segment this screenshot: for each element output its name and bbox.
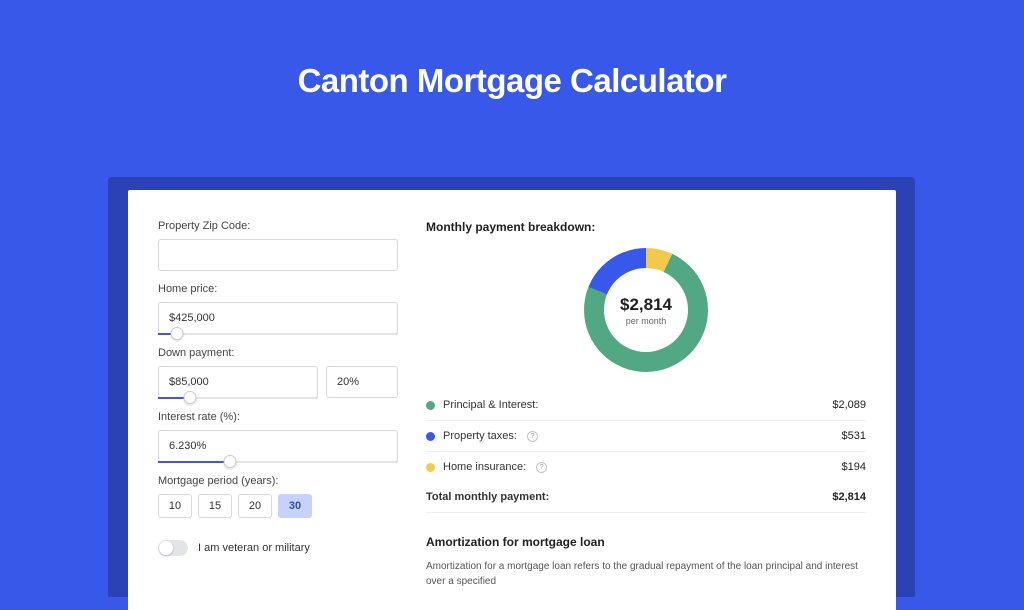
breakdown-value: $2,089 — [832, 399, 866, 411]
period-option-15[interactable]: 15 — [198, 494, 232, 518]
total-row: Total monthly payment: $2,814 — [426, 482, 866, 513]
breakdown-column: Monthly payment breakdown: $2,814 per mo… — [426, 218, 866, 610]
down-payment-slider[interactable] — [158, 397, 318, 399]
help-icon[interactable]: ? — [527, 431, 538, 442]
period-option-10[interactable]: 10 — [158, 494, 192, 518]
down-payment-pct-input[interactable] — [326, 366, 398, 398]
legend-dot — [426, 401, 435, 410]
breakdown-row: Home insurance:? $194 — [426, 452, 866, 482]
period-option-30[interactable]: 30 — [278, 494, 312, 518]
slider-thumb[interactable] — [184, 391, 197, 404]
slider-thumb[interactable] — [224, 455, 237, 468]
donut-sub: per month — [626, 316, 667, 326]
breakdown-row: Property taxes:? $531 — [426, 421, 866, 452]
legend-dot — [426, 463, 435, 472]
period-label: Mortgage period (years): — [158, 475, 398, 487]
breakdown-label: Property taxes: — [443, 430, 517, 442]
veteran-label: I am veteran or military — [198, 542, 310, 554]
help-icon[interactable]: ? — [536, 462, 547, 473]
legend-dot — [426, 432, 435, 441]
breakdown-label: Principal & Interest: — [443, 399, 538, 411]
total-value: $2,814 — [832, 491, 866, 503]
period-options: 10152030 — [158, 494, 398, 518]
breakdown-row: Principal & Interest: $2,089 — [426, 390, 866, 421]
veteran-toggle[interactable] — [158, 540, 188, 556]
breakdown-value: $531 — [842, 430, 866, 442]
breakdown-title: Monthly payment breakdown: — [426, 220, 866, 234]
toggle-knob — [159, 541, 173, 555]
amortization-title: Amortization for mortgage loan — [426, 535, 866, 549]
breakdown-label: Home insurance: — [443, 461, 526, 473]
zip-input[interactable] — [158, 239, 398, 271]
form-column: Property Zip Code: Home price: Down paym… — [158, 218, 398, 610]
interest-rate-slider[interactable] — [158, 461, 398, 463]
donut-chart: $2,814 per month — [584, 248, 708, 372]
home-price-slider[interactable] — [158, 333, 398, 335]
down-payment-input[interactable] — [158, 366, 318, 398]
interest-rate-label: Interest rate (%): — [158, 411, 398, 423]
amortization-body: Amortization for a mortgage loan refers … — [426, 559, 866, 589]
page-title: Canton Mortgage Calculator — [0, 62, 1024, 100]
home-price-input[interactable] — [158, 302, 398, 334]
zip-label: Property Zip Code: — [158, 220, 398, 232]
donut-amount: $2,814 — [620, 295, 672, 315]
down-payment-label: Down payment: — [158, 347, 398, 359]
period-option-20[interactable]: 20 — [238, 494, 272, 518]
slider-thumb[interactable] — [171, 327, 184, 340]
breakdown-value: $194 — [842, 461, 866, 473]
home-price-label: Home price: — [158, 283, 398, 295]
calculator-card: Property Zip Code: Home price: Down paym… — [128, 190, 896, 610]
total-label: Total monthly payment: — [426, 491, 549, 503]
donut-center: $2,814 per month — [604, 268, 688, 352]
interest-rate-input[interactable] — [158, 430, 398, 462]
